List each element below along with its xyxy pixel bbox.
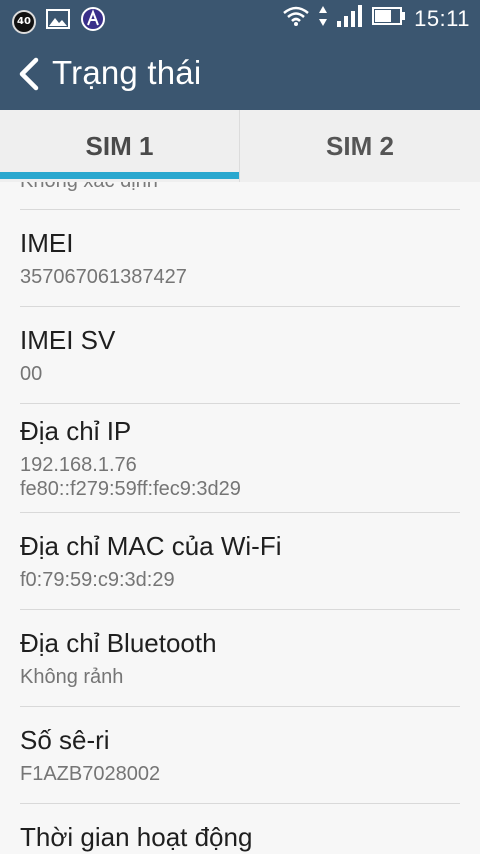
item-wifi-mac-title: Địa chỉ MAC của Wi-Fi bbox=[20, 531, 282, 561]
item-bluetooth-value: Không rảnh bbox=[20, 666, 124, 688]
item-bluetooth-title: Địa chỉ Bluetooth bbox=[20, 628, 217, 658]
status-list[interactable]: Không xác định IMEI 357067061387427 IMEI… bbox=[0, 182, 480, 854]
tab-sim-2-label: SIM 2 bbox=[326, 130, 394, 161]
notification-count-icon: 40 bbox=[12, 9, 36, 34]
item-wifi-mac-value: f0:79:59:c9:3d:29 bbox=[20, 569, 175, 591]
data-arrows-icon bbox=[318, 5, 328, 32]
item-serial-title: Số sê-ri bbox=[20, 725, 110, 755]
list-divider bbox=[20, 609, 460, 610]
list-divider bbox=[20, 803, 460, 804]
tab-selected-indicator bbox=[0, 172, 239, 179]
signal-icon bbox=[336, 4, 364, 33]
back-button[interactable] bbox=[14, 56, 44, 92]
item-ip-value-1: 192.168.1.76 bbox=[20, 454, 137, 476]
status-bar-system: 15:11 bbox=[282, 4, 470, 33]
item-serial-value: F1AZB7028002 bbox=[20, 763, 161, 785]
app-bar: Trạng thái bbox=[0, 38, 480, 110]
app-notification-icon bbox=[80, 6, 106, 37]
battery-icon bbox=[372, 6, 406, 31]
status-clock: 15:11 bbox=[414, 5, 470, 31]
status-bar: 40 15:11 bbox=[0, 0, 480, 38]
item-ip-value-2: fe80::f279:59ff:fec9:3d29 bbox=[20, 478, 241, 500]
image-icon bbox=[46, 9, 70, 34]
item-imei-title: IMEI bbox=[20, 228, 74, 258]
tab-sim-1-label: SIM 1 bbox=[85, 130, 154, 161]
status-bar-notifications: 40 bbox=[12, 6, 106, 37]
partial-item-value: Không xác định bbox=[20, 182, 158, 193]
tab-sim-2[interactable]: SIM 2 bbox=[240, 110, 480, 182]
list-divider bbox=[20, 706, 460, 707]
page-title: Trạng thái bbox=[52, 54, 202, 91]
item-uptime-title: Thời gian hoạt động bbox=[20, 822, 253, 852]
item-imei-sv-title: IMEI SV bbox=[20, 325, 116, 355]
list-divider bbox=[20, 306, 460, 307]
list-divider bbox=[20, 512, 460, 513]
wifi-icon bbox=[282, 5, 310, 32]
list-divider bbox=[20, 403, 460, 404]
item-imei-sv-value: 00 bbox=[20, 363, 43, 385]
chevron-left-icon bbox=[14, 57, 44, 96]
list-divider bbox=[20, 209, 460, 210]
item-ip-title: Địa chỉ IP bbox=[20, 416, 132, 446]
item-imei-value: 357067061387427 bbox=[20, 266, 187, 288]
